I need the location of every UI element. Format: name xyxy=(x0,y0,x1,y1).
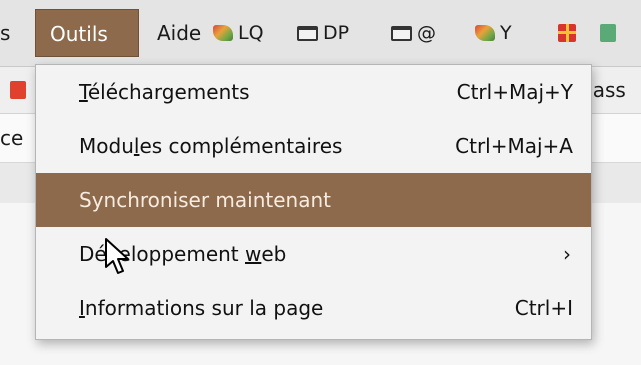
bookmark-dp-label: DP xyxy=(323,22,350,44)
menu-item-modules[interactable]: Modules complémentaires Ctrl+Maj+A xyxy=(36,119,591,173)
menu-item-shortcut: Ctrl+Maj+A xyxy=(455,134,573,158)
tile-icon xyxy=(600,24,616,42)
menu-item-label-part1: Modu xyxy=(79,134,134,158)
menu-item-telechargements[interactable]: Téléchargements Ctrl+Maj+Y xyxy=(36,65,591,119)
bookmark-tile[interactable] xyxy=(600,9,616,57)
menu-outils[interactable]: Outils xyxy=(35,9,139,57)
menu-bar: s Outils Aide LQ DP @ Y xyxy=(0,0,641,67)
bookmark-y[interactable]: Y xyxy=(475,9,512,57)
menu-item-label: Synchroniser maintenant xyxy=(79,188,332,212)
menu-item-synchroniser[interactable]: Synchroniser maintenant xyxy=(36,173,591,227)
folder-icon xyxy=(297,25,318,41)
leaf-icon xyxy=(213,25,233,41)
row3-partial-text: ce xyxy=(0,126,24,150)
menu-aide-label: Aide xyxy=(157,21,202,45)
gift-icon xyxy=(558,24,576,42)
bookmark-gift[interactable] xyxy=(558,9,576,57)
outils-dropdown-menu: Téléchargements Ctrl+Maj+Y Modules compl… xyxy=(35,64,592,340)
menu-partial-label: s xyxy=(0,21,11,45)
access-key: T xyxy=(79,80,88,104)
menu-item-developpement-web[interactable]: Développement web › xyxy=(36,227,591,281)
menu-item-label-rest: nformations sur la page xyxy=(84,296,324,320)
menu-item-label: Développement web xyxy=(79,227,286,281)
bookmark-lq[interactable]: LQ xyxy=(213,9,264,57)
red-bookmark-icon[interactable] xyxy=(10,81,26,99)
menu-item-shortcut: Ctrl+Maj+Y xyxy=(456,80,573,104)
leaf-icon xyxy=(475,25,495,41)
menu-item-shortcut: Ctrl+I xyxy=(514,296,573,320)
bookmark-y-label: Y xyxy=(500,22,512,44)
menu-item-label-part1: Développement xyxy=(79,242,245,266)
menu-aide[interactable]: Aide xyxy=(157,9,201,57)
menu-item-label: Téléchargements xyxy=(79,65,250,119)
menu-item-label-part2: eb xyxy=(261,242,287,266)
menu-item-label: Modules complémentaires xyxy=(79,119,342,173)
chevron-right-icon: › xyxy=(563,242,571,266)
menu-item-label-part2: es complémentaires xyxy=(139,134,343,158)
menu-item-label: Informations sur la page xyxy=(79,281,323,335)
menu-partial-item[interactable]: s xyxy=(0,9,30,57)
bookmark-lq-label: LQ xyxy=(238,22,264,44)
menu-item-informations-page[interactable]: Informations sur la page Ctrl+I xyxy=(36,281,591,335)
menu-outils-label: Outils xyxy=(50,22,108,46)
access-key: w xyxy=(245,242,262,266)
bookmark-at[interactable]: @ xyxy=(391,9,436,57)
menu-item-label-rest: éléchargements xyxy=(87,80,250,104)
bookmark-dp[interactable]: DP xyxy=(297,9,349,57)
bookmark-at-label: @ xyxy=(417,22,436,44)
folder-icon xyxy=(391,25,412,41)
